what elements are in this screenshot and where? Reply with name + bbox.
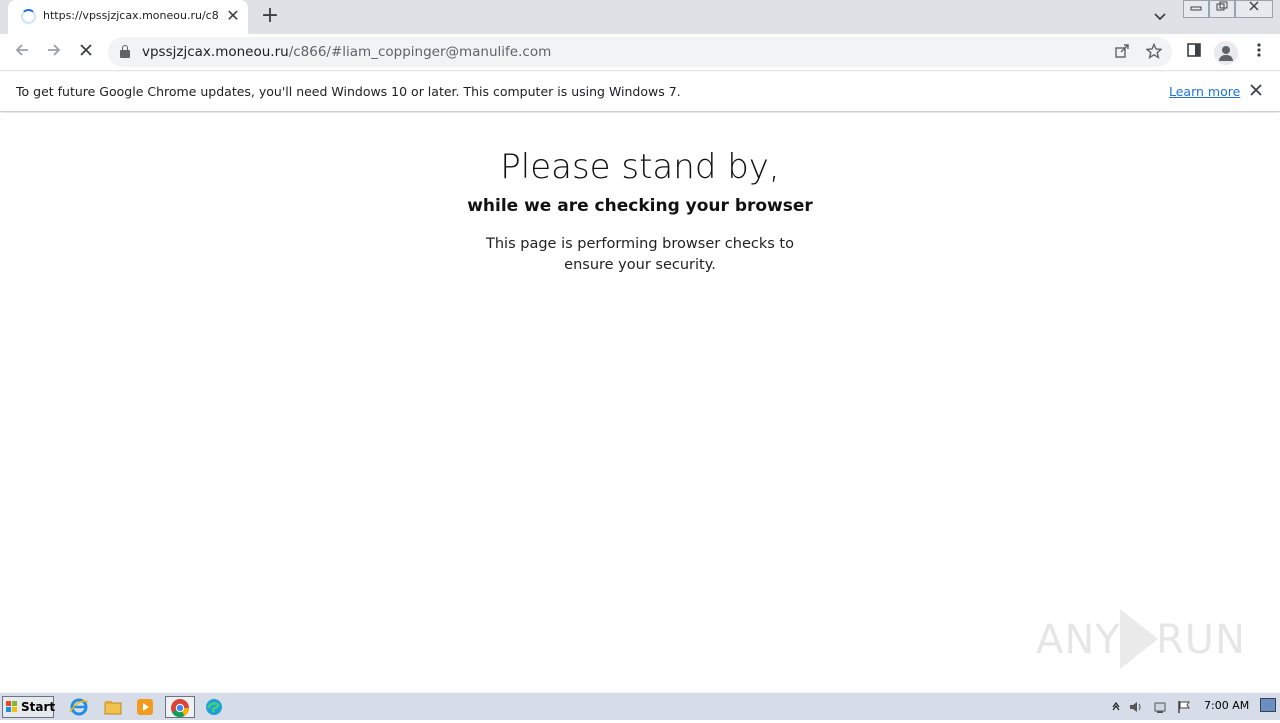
- start-button[interactable]: Start: [2, 696, 56, 718]
- watermark-right-text: RUN: [1156, 617, 1246, 663]
- stop-loading-icon[interactable]: [74, 41, 98, 65]
- page-content: Please stand by, while we are checking y…: [0, 113, 1280, 692]
- new-tab-button[interactable]: +: [258, 5, 282, 29]
- file-explorer-icon[interactable]: [102, 696, 126, 718]
- media-player-icon[interactable]: [134, 696, 158, 718]
- bookmark-star-icon[interactable]: [1144, 42, 1164, 63]
- edge-icon[interactable]: [203, 696, 227, 718]
- anyrun-watermark: ANY RUN: [1036, 609, 1245, 669]
- update-infobar: To get future Google Chrome updates, you…: [0, 72, 1280, 112]
- address-bar[interactable]: vpssjzjcax.moneou.ru/c866/#liam_coppinge…: [108, 37, 1172, 67]
- close-window-icon[interactable]: [1235, 0, 1273, 18]
- chrome-icon[interactable]: [165, 696, 195, 718]
- active-tab[interactable]: https://vpssjzjcax.moneou.ru/c866/#liam_…: [8, 0, 248, 34]
- volume-icon[interactable]: [1128, 699, 1144, 715]
- learn-more-link[interactable]: Learn more: [1169, 84, 1240, 99]
- tab-title: https://vpssjzjcax.moneou.ru/c866/#liam_…: [43, 9, 219, 22]
- lock-icon[interactable]: [120, 45, 130, 58]
- minimize-window-icon[interactable]: [1183, 0, 1209, 18]
- taskbar-clock[interactable]: 7:00 AM: [1204, 699, 1249, 712]
- show-hidden-icons-icon[interactable]: [1108, 699, 1124, 715]
- profile-icon[interactable]: [1214, 41, 1238, 65]
- restore-window-icon[interactable]: [1209, 0, 1235, 18]
- system-tray: [1104, 695, 1280, 719]
- menu-kebab-icon[interactable]: [1248, 42, 1270, 64]
- url-text[interactable]: vpssjzjcax.moneou.ru/c866/#liam_coppinge…: [142, 44, 551, 60]
- windows-flag-icon: [6, 701, 18, 713]
- infobar-message: To get future Google Chrome updates, you…: [16, 84, 681, 99]
- url-path: /c866/#liam_coppinger@manulife.com: [288, 44, 552, 60]
- page-subheading: while we are checking your browser: [467, 196, 813, 216]
- tab-close-icon[interactable]: ✕: [224, 7, 242, 25]
- windows-taskbar: Start 7:00 AM: [0, 692, 1280, 720]
- loading-spinner-icon: [21, 9, 36, 24]
- action-center-flag-icon[interactable]: [1176, 699, 1192, 715]
- infobar-close-icon[interactable]: [1246, 81, 1266, 101]
- network-icon[interactable]: [1152, 699, 1168, 715]
- forward-arrow-icon[interactable]: [42, 41, 66, 65]
- show-desktop-icon[interactable]: [1260, 698, 1276, 712]
- start-label: Start: [21, 700, 56, 714]
- tab-strip: https://vpssjzjcax.moneou.ru/c866/#liam_…: [0, 0, 1280, 34]
- internet-explorer-icon[interactable]: [68, 696, 92, 718]
- page-heading: Please stand by,: [500, 147, 780, 187]
- play-triangle-icon: [1120, 609, 1158, 669]
- share-icon[interactable]: [1112, 43, 1132, 63]
- page-body-text: This page is performing browser checks t…: [486, 236, 794, 273]
- url-host: vpssjzjcax.moneou.ru: [142, 44, 289, 60]
- side-panel-icon[interactable]: [1183, 42, 1205, 64]
- browser-toolbar: vpssjzjcax.moneou.ru/c866/#liam_coppinge…: [0, 34, 1280, 71]
- watermark-left-text: ANY: [1036, 617, 1121, 663]
- tab-search-chevron-icon[interactable]: [1150, 7, 1170, 27]
- back-arrow-icon[interactable]: [10, 41, 34, 65]
